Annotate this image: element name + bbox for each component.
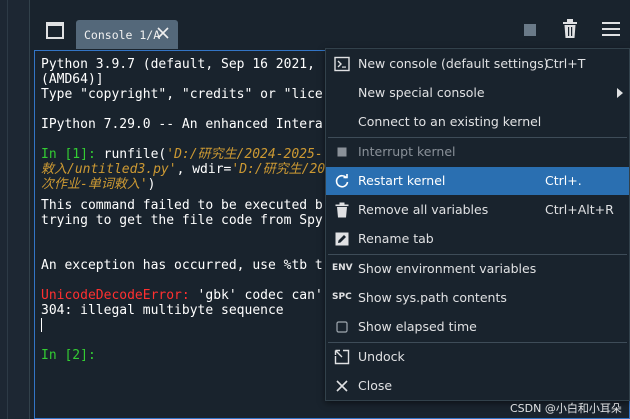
stop-icon[interactable] <box>524 24 536 36</box>
menu-item-label: Connect to an existing kernel <box>358 114 542 129</box>
console-line: 304: illegal multibyte sequence <box>41 303 284 318</box>
console-line: In [2]: <box>41 348 96 363</box>
console-line: Python 3.9.7 (default, Sep 16 2021, <box>41 57 315 72</box>
spc-icon: SPC <box>332 292 352 302</box>
menu-item-label: Restart kernel <box>358 173 446 188</box>
input-prompt: In [2]: <box>41 348 96 363</box>
watermark: CSDN @小白和小耳朵 <box>510 402 622 415</box>
console-line: UnicodeDecodeError: 'gbk' codec can' <box>41 288 323 303</box>
console-line: IPython 7.29.0 -- An enhanced Intera <box>41 117 323 132</box>
string-literal: 'D:/研究生/2024-2025- <box>166 147 323 162</box>
menu-item-new-console[interactable]: New console (default settings) Ctrl+T <box>326 50 629 78</box>
menu-item-label: Show environment variables <box>358 261 537 276</box>
menu-item-label: Undock <box>358 349 405 364</box>
trash-icon <box>335 202 349 218</box>
code-text: ) <box>147 177 156 192</box>
menu-item-connect-kernel[interactable]: Connect to an existing kernel <box>326 108 629 136</box>
menu-item-shortcut: Ctrl+Alt+R <box>545 202 614 217</box>
tab-console[interactable]: Console 1/A <box>76 20 178 49</box>
console-line: This command failed to be executed b <box>41 198 323 213</box>
menu-item-restart-kernel[interactable]: Restart kernel Ctrl+. <box>326 167 629 195</box>
console-toolbar: Console 1/A <box>30 0 630 50</box>
console-line: (AMD64)] <box>41 72 104 87</box>
left-dock-strip <box>0 0 30 419</box>
console-line: An exception has occurred, use %tb t <box>41 258 323 273</box>
code-text: runfile( <box>95 147 167 162</box>
menu-item-label: Rename tab <box>358 231 434 246</box>
checkbox-icon <box>336 321 348 333</box>
options-menu-icon[interactable] <box>602 22 620 38</box>
input-prompt: In [1]: <box>41 147 96 162</box>
menu-item-interrupt-kernel[interactable]: Interrupt kernel <box>326 138 629 166</box>
trash-icon[interactable] <box>562 19 578 39</box>
text-cursor <box>41 318 42 332</box>
env-icon: ENV <box>332 263 353 273</box>
window-icon[interactable] <box>46 22 64 39</box>
menu-item-label: New console (default settings) <box>358 56 549 71</box>
menu-item-close[interactable]: Close <box>326 372 629 400</box>
menu-item-label: New special console <box>358 85 485 100</box>
menu-item-shortcut: Ctrl+T <box>545 56 586 71</box>
close-icon <box>336 380 348 392</box>
menu-item-rename-tab[interactable]: Rename tab <box>326 225 629 253</box>
tab-label: Console 1/A <box>84 27 161 42</box>
undock-icon <box>334 349 350 365</box>
menu-item-elapsed-time[interactable]: Show elapsed time <box>326 313 629 341</box>
menu-item-label: Remove all variables <box>358 202 489 217</box>
menu-item-env-variables[interactable]: ENV Show environment variables <box>326 255 629 283</box>
console-options-menu: New console (default settings) Ctrl+T Ne… <box>325 48 630 401</box>
console-icon <box>334 56 350 72</box>
string-literal: 次作业-单词敕入' <box>41 177 148 192</box>
menu-item-sys-path[interactable]: SPC Show sys.path contents <box>326 284 629 312</box>
submenu-arrow-icon <box>617 88 623 98</box>
code-text: , wdir= <box>176 162 232 177</box>
menu-item-label: Show sys.path contents <box>358 290 507 305</box>
stop-icon <box>337 147 347 157</box>
menu-item-new-special-console[interactable]: New special console <box>326 79 629 107</box>
string-literal: 敕入/untitled3.py' <box>41 162 177 177</box>
console-line: Type "copyright", "credits" or "lice <box>41 87 323 102</box>
string-literal: 'D:/研究生/20 <box>231 162 326 177</box>
error-name: UnicodeDecodeError: <box>41 288 190 303</box>
menu-item-label: Show elapsed time <box>358 319 477 334</box>
console-line: 敕入/untitled3.py', wdir='D:/研究生/20 <box>41 162 325 177</box>
menu-item-label: Interrupt kernel <box>358 144 456 159</box>
console-line: 次作业-单词敕入') <box>41 177 155 192</box>
edit-icon <box>335 232 349 246</box>
menu-item-undock[interactable]: Undock <box>326 343 629 371</box>
console-line: In [1]: runfile('D:/研究生/2024-2025- <box>41 147 323 162</box>
console-line: trying to get the file code from Spy <box>41 213 323 228</box>
menu-item-remove-variables[interactable]: Remove all variables Ctrl+Alt+R <box>326 196 629 224</box>
menu-item-shortcut: Ctrl+. <box>545 173 582 188</box>
restart-icon <box>335 174 349 188</box>
error-message: 'gbk' codec can' <box>189 288 323 303</box>
close-tab-icon[interactable] <box>156 26 170 40</box>
menu-item-label: Close <box>358 378 393 393</box>
